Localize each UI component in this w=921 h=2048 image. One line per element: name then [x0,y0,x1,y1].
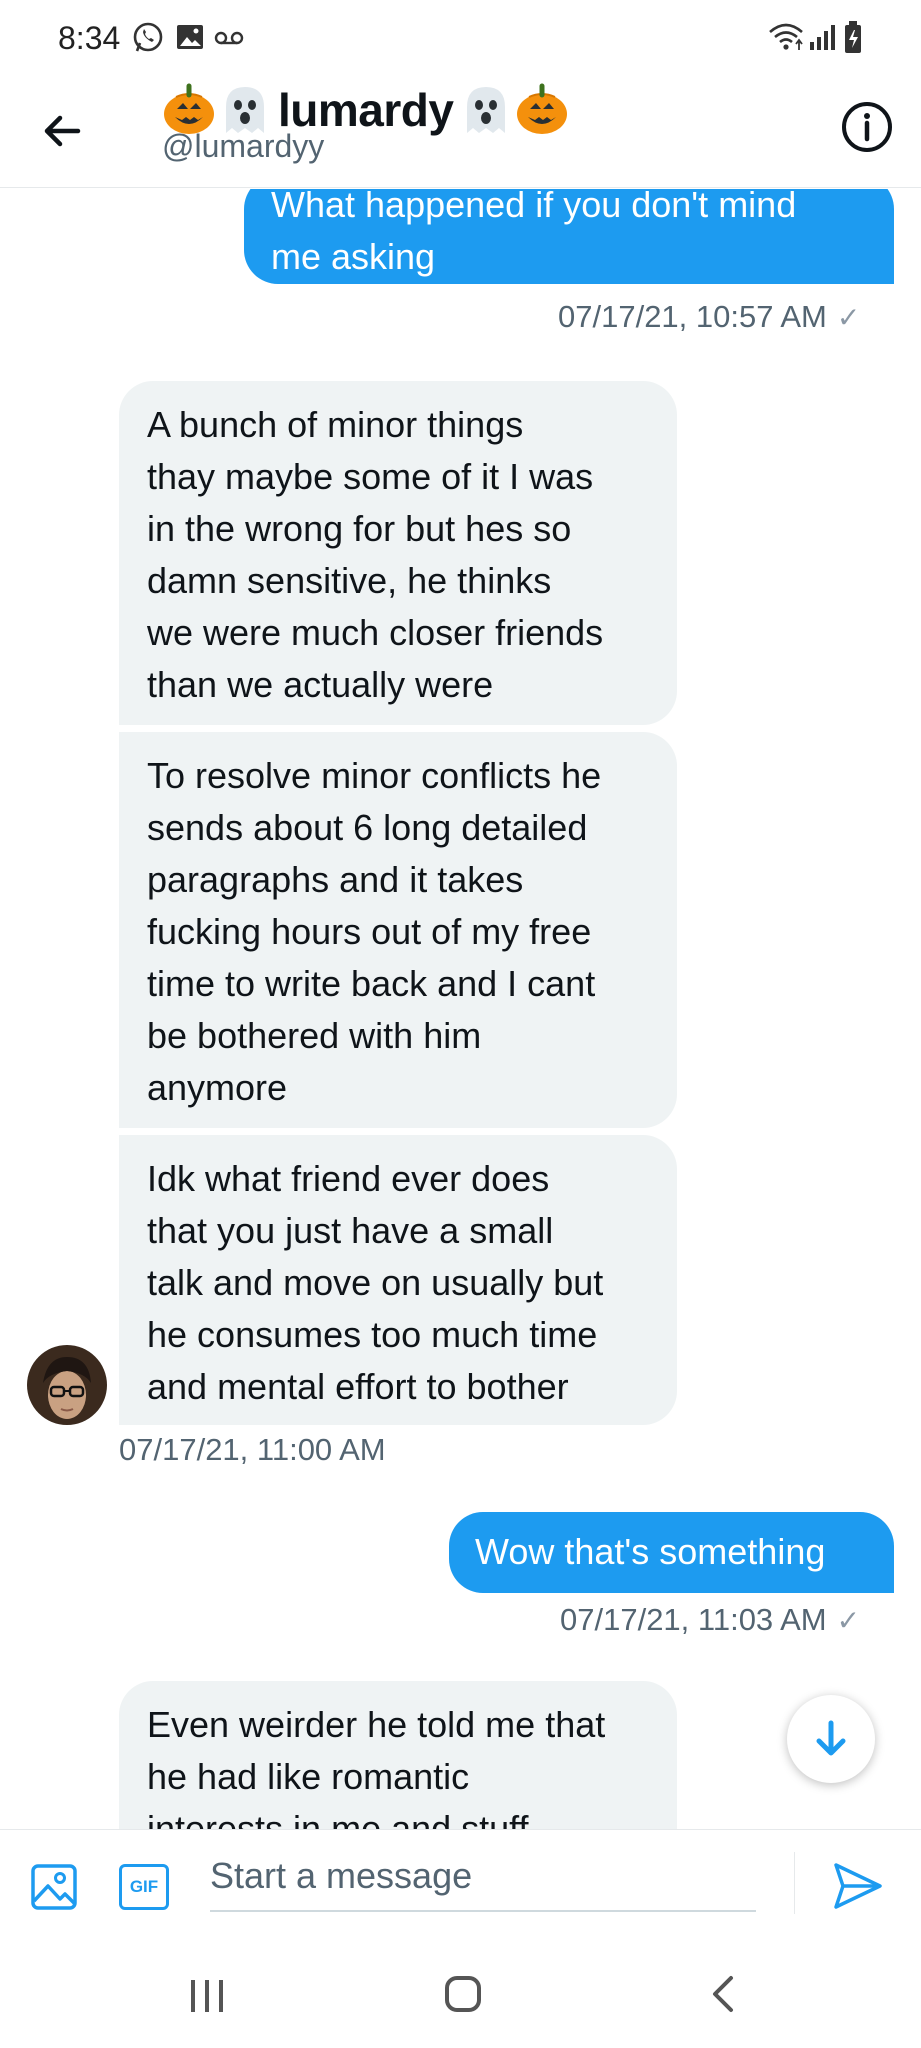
arrow-left-icon[interactable] [36,103,92,159]
timestamp-text: 07/17/21, 10:57 AM [558,299,827,334]
message-bubble-outgoing[interactable]: Wow that's something [449,1512,894,1593]
message-timestamp: 07/17/21, 11:00 AM [119,1432,386,1468]
message-composer: GIF [0,1829,921,1939]
back-icon[interactable] [703,1974,743,2014]
message-bubble-incoming[interactable]: To resolve minor conflicts he sends abou… [119,732,677,1128]
battery-charging-icon [845,21,861,53]
message-line: sends about 6 long detailed [147,807,588,848]
message-line: paragraphs and it takes [147,859,524,900]
message-bubble-outgoing[interactable]: What happened if you don't mind me askin… [244,189,894,284]
message-line: me asking [271,236,436,277]
message-line: thay maybe some of it I was [147,456,594,497]
read-check-icon: ✓ [836,1605,861,1636]
message-line: than we actually were [147,664,494,705]
message-line: talk and move on usually but [147,1262,604,1303]
status-time: 8:34 [58,20,121,56]
message-bubble-incoming[interactable]: Idk what friend ever does that you just … [119,1135,677,1425]
message-line: fucking hours out of my free [147,911,592,952]
message-line: he had like romantic [147,1756,470,1797]
signal-icon [810,25,835,50]
message-bubble-incoming[interactable]: Even weirder he told me that he had like… [119,1681,677,1829]
message-line: Wow that's something [475,1531,826,1572]
timestamp-text: 07/17/21, 11:03 AM [560,1602,827,1637]
message-timestamp: 07/17/21, 11:03 AM ✓ [560,1602,860,1638]
message-line: that you just have a small [147,1210,554,1251]
message-line: To resolve minor conflicts he [147,755,602,796]
pumpkin-emoji-icon [517,83,568,134]
message-line: we were much closer friends [147,612,604,653]
timestamp-text: 07/17/21, 11:00 AM [119,1432,386,1467]
voicemail-icon [214,31,244,45]
message-line: he consumes too much time [147,1314,598,1355]
message-line: in the wrong for but hes so [147,508,572,549]
conversation-header: lumardy @lumardyy [0,78,921,188]
wifi-icon [769,23,803,50]
gif-label: GIF [129,1877,159,1896]
send-icon[interactable] [831,1859,885,1913]
avatar[interactable] [27,1345,107,1425]
system-nav-bar [0,1939,921,2048]
message-thread[interactable]: What happened if you don't mind me askin… [0,189,921,1829]
arrow-down-icon [816,1720,846,1756]
message-line: damn sensitive, he thinks [147,560,552,601]
message-line: A bunch of minor things [147,404,524,445]
image-icon[interactable] [30,1863,78,1911]
read-check-icon: ✓ [836,302,861,333]
message-line: Even weirder he told me that [147,1704,606,1745]
message-line: be bothered with him [147,1015,482,1056]
info-icon[interactable] [838,98,896,156]
whatsapp-icon [133,22,163,52]
message-input[interactable] [210,1842,756,1912]
message-line: Idk what friend ever does [147,1158,550,1199]
home-icon[interactable] [443,1974,483,2014]
ghost-emoji-icon [467,87,506,133]
scroll-to-bottom-button[interactable] [787,1695,875,1783]
user-handle: @lumardyy [162,128,325,164]
gallery-icon [177,25,203,49]
composer-divider [794,1852,795,1914]
status-bar: 8:34 [0,0,921,78]
message-line: What happened if you don't mind [271,189,797,225]
message-line: interests in me and stuff [147,1808,529,1829]
message-line: anymore [147,1067,288,1108]
message-timestamp: 07/17/21, 10:57 AM ✓ [558,299,860,335]
message-bubble-incoming[interactable]: A bunch of minor things thay maybe some … [119,381,677,725]
message-line: and mental effort to bother [147,1366,569,1407]
recent-apps-icon[interactable] [187,1976,227,2016]
gif-button[interactable]: GIF [119,1864,169,1910]
message-line: time to write back and I cant [147,963,596,1004]
